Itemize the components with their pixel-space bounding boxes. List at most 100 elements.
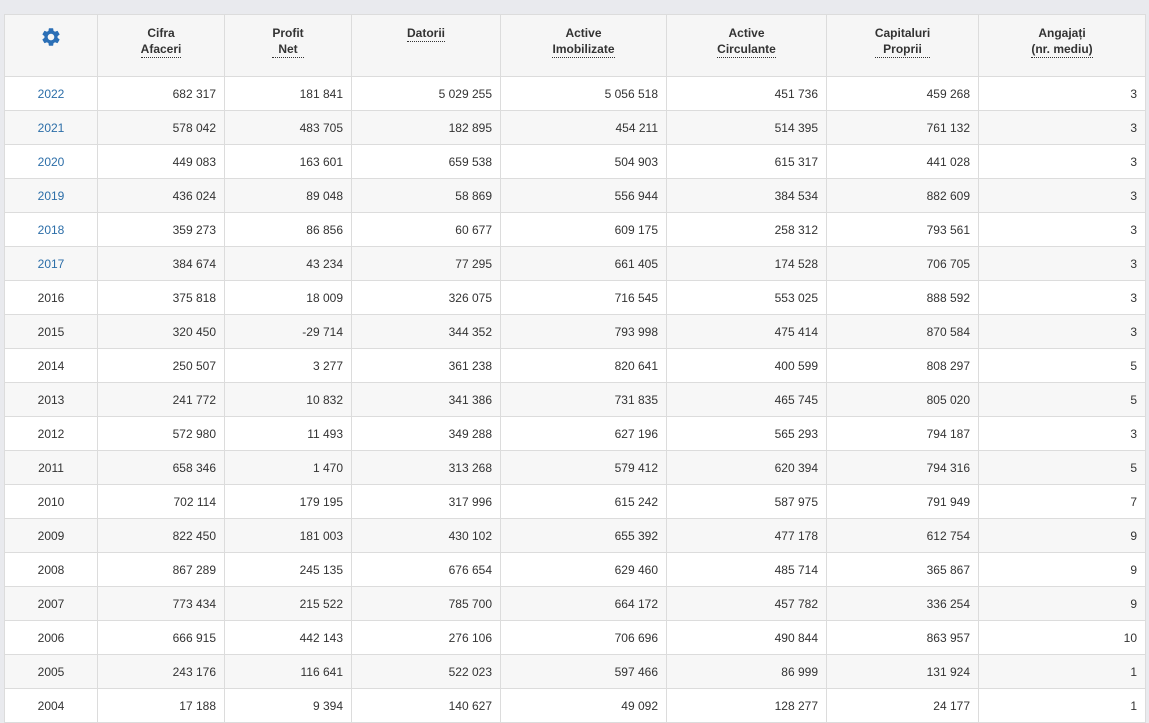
value-cell: 553 025 (666, 280, 827, 315)
value-cell: 793 998 (500, 314, 667, 349)
value-cell: 805 020 (826, 382, 979, 417)
table-row: 2010 702 114 179 195 317 996 615 242 587 975 7… (4, 484, 1146, 519)
value-cell: 3 (978, 178, 1146, 213)
value-cell: -29 714 (224, 314, 352, 349)
value-cell: 863 957 (826, 620, 979, 655)
value-cell: 615 242 (500, 484, 667, 519)
column-header-profit-net[interactable]: Profit Net (224, 14, 352, 77)
value-cell: 375 818 (97, 280, 225, 315)
value-cell: 365 867 (826, 552, 979, 587)
value-cell: 485 714 (666, 552, 827, 587)
value-cell: 9 (978, 586, 1146, 621)
year-cell: 2007 (4, 586, 98, 621)
value-cell: 1 (978, 654, 1146, 689)
year-cell: 2012 (4, 416, 98, 451)
column-header-label[interactable]: Datorii (406, 25, 445, 42)
value-cell: 706 696 (500, 620, 667, 655)
column-header-capitaluri-proprii[interactable]: Capitaluri Proprii (826, 14, 979, 77)
value-cell: 86 999 (666, 654, 827, 689)
year-cell: 2013 (4, 382, 98, 417)
value-cell: 791 949 (826, 484, 979, 519)
value-cell: 793 561 (826, 212, 979, 247)
value-cell: 620 394 (666, 450, 827, 485)
value-cell: 504 903 (500, 144, 667, 179)
table-row: 2011 658 346 1 470 313 268 579 412 620 394 794… (4, 450, 1146, 485)
value-cell: 597 466 (500, 654, 667, 689)
column-header-label[interactable]: Cifra Afaceri (140, 25, 182, 58)
value-cell: 5 (978, 382, 1146, 417)
value-cell: 773 434 (97, 586, 225, 621)
value-cell: 276 106 (351, 620, 501, 655)
gear-icon[interactable] (40, 26, 62, 48)
column-header-cifra-afaceri[interactable]: Cifra Afaceri (97, 14, 225, 77)
value-cell: 258 312 (666, 212, 827, 247)
column-header-active-circulante[interactable]: Active Circulante (666, 14, 827, 77)
table-body: 2022 682 317 181 841 5 029 255 5 056 518 451 … (4, 76, 1146, 723)
value-cell: 18 009 (224, 280, 352, 315)
year-link[interactable]: 2017 (4, 246, 98, 281)
table-row: 2018 359 273 86 856 60 677 609 175 258 312 793… (4, 212, 1146, 247)
table-row: 2017 384 674 43 234 77 295 661 405 174 528 706… (4, 246, 1146, 281)
year-cell: 2004 (4, 688, 98, 723)
value-cell: 24 177 (826, 688, 979, 723)
value-cell: 359 273 (97, 212, 225, 247)
value-cell: 3 (978, 212, 1146, 247)
value-cell: 5 (978, 450, 1146, 485)
column-header-datorii[interactable]: Datorii (351, 14, 501, 77)
table-row: 2006 666 915 442 143 276 106 706 696 490 844 8… (4, 620, 1146, 655)
value-cell: 7 (978, 484, 1146, 519)
table-row: 2004 17 188 9 394 140 627 49 092 128 277 24 17… (4, 688, 1146, 723)
value-cell: 361 238 (351, 348, 501, 383)
settings-header-cell[interactable] (4, 14, 98, 77)
year-link[interactable]: 2021 (4, 110, 98, 145)
year-cell: 2010 (4, 484, 98, 519)
value-cell: 731 835 (500, 382, 667, 417)
value-cell: 182 895 (351, 110, 501, 145)
table-row: 2014 250 507 3 277 361 238 820 641 400 599 808… (4, 348, 1146, 383)
value-cell: 341 386 (351, 382, 501, 417)
value-cell: 565 293 (666, 416, 827, 451)
table-row: 2005 243 176 116 641 522 023 597 466 86 999 13… (4, 654, 1146, 689)
table-row: 2012 572 980 11 493 349 288 627 196 565 293 79… (4, 416, 1146, 451)
value-cell: 336 254 (826, 586, 979, 621)
value-cell: 666 915 (97, 620, 225, 655)
value-cell: 436 024 (97, 178, 225, 213)
column-header-label[interactable]: Profit Net (272, 25, 304, 58)
value-cell: 867 289 (97, 552, 225, 587)
value-cell: 384 674 (97, 246, 225, 281)
year-cell: 2008 (4, 552, 98, 587)
table-row: 2015 320 450 -29 714 344 352 793 998 475 414 8… (4, 314, 1146, 349)
table-row: 2019 436 024 89 048 58 869 556 944 384 534 882… (4, 178, 1146, 213)
column-header-active-imobilizate[interactable]: Active Imobilizate (500, 14, 667, 77)
value-cell: 615 317 (666, 144, 827, 179)
value-cell: 706 705 (826, 246, 979, 281)
year-link[interactable]: 2020 (4, 144, 98, 179)
value-cell: 317 996 (351, 484, 501, 519)
value-cell: 664 172 (500, 586, 667, 621)
value-cell: 572 980 (97, 416, 225, 451)
value-cell: 522 023 (351, 654, 501, 689)
column-header-label[interactable]: Active Imobilizate (552, 25, 615, 58)
year-link[interactable]: 2018 (4, 212, 98, 247)
value-cell: 86 856 (224, 212, 352, 247)
value-cell: 43 234 (224, 246, 352, 281)
column-header-label[interactable]: Active Circulante (717, 25, 776, 58)
table-row: 2008 867 289 245 135 676 654 629 460 485 714 3… (4, 552, 1146, 587)
year-link[interactable]: 2019 (4, 178, 98, 213)
value-cell: 3 (978, 76, 1146, 111)
table-row: 2021 578 042 483 705 182 895 454 211 514 395 7… (4, 110, 1146, 145)
value-cell: 349 288 (351, 416, 501, 451)
value-cell: 3 (978, 246, 1146, 281)
value-cell: 215 522 (224, 586, 352, 621)
value-cell: 10 (978, 620, 1146, 655)
value-cell: 245 135 (224, 552, 352, 587)
column-header-label[interactable]: Angajați (nr. mediu) (1031, 25, 1093, 58)
value-cell: 514 395 (666, 110, 827, 145)
value-cell: 556 944 (500, 178, 667, 213)
column-header-angajati[interactable]: Angajați (nr. mediu) (978, 14, 1146, 77)
table-row: 2022 682 317 181 841 5 029 255 5 056 518 451 … (4, 76, 1146, 111)
column-header-label[interactable]: Capitaluri Proprii (874, 25, 931, 58)
value-cell: 58 869 (351, 178, 501, 213)
year-link[interactable]: 2022 (4, 76, 98, 111)
value-cell: 430 102 (351, 518, 501, 553)
